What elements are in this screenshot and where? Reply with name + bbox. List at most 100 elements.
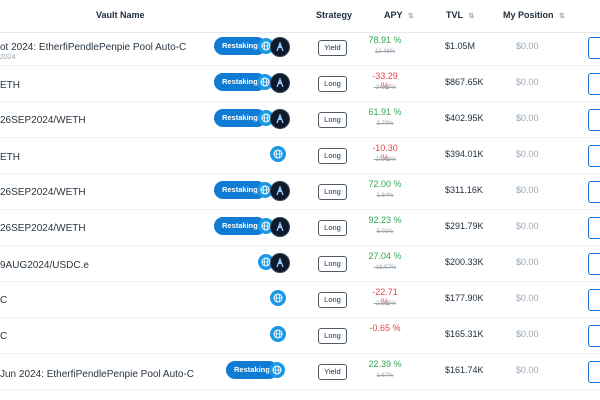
row-action-button[interactable] [588, 325, 600, 347]
column-label: Vault Name [96, 10, 145, 20]
vault-name[interactable]: ETH [0, 80, 20, 91]
apy-base-value: 5.01% [376, 229, 394, 235]
globe-icon[interactable] [270, 146, 286, 162]
column-header-tvl[interactable]: TVL ⇅ [446, 10, 474, 20]
tvl-value: $867.65K [445, 77, 484, 87]
apy-base-value: -34.67% [373, 85, 397, 91]
pendle-icon [270, 109, 290, 129]
strategy-tag: Long [318, 328, 347, 344]
row-action-button[interactable] [588, 217, 600, 239]
apy-value: 27.04 % [368, 251, 402, 261]
table-row[interactable]: 26SEP2024/WETH Restaking Long 72.00 % 1.64% $… [0, 173, 600, 210]
table-row[interactable]: 26SEP2024/WETH Restaking Long 61.91 % 3.79% $… [0, 101, 600, 138]
column-header-vault-name[interactable]: Vault Name [96, 10, 145, 20]
vault-name[interactable]: 26SEP2024/WETH [0, 187, 86, 198]
vault-name[interactable]: 9AUG2024/USDC.e [0, 260, 89, 271]
vault-name[interactable]: C [0, 331, 7, 342]
column-header-my-position[interactable]: My Position ⇅ [503, 10, 565, 20]
my-position-value: $0.00 [516, 365, 539, 375]
tvl-value: $177.90K [445, 293, 484, 303]
column-header-strategy[interactable]: Strategy [316, 10, 352, 20]
my-position-value: $0.00 [516, 221, 539, 231]
vault-name[interactable]: Jun 2024: EtherfiPendlePenpie Pool Auto-… [0, 369, 194, 380]
table-row[interactable]: ot 2024: EtherfiPendlePenpie Pool Auto-C… [0, 29, 600, 66]
apy-base-value: -10.46% [373, 157, 397, 163]
pendle-icon [270, 181, 290, 201]
strategy-tag: Long [318, 292, 347, 308]
globe-icon[interactable] [269, 362, 285, 378]
my-position-value: $0.00 [516, 329, 539, 339]
apy-value: 72.00 % [368, 179, 402, 189]
apy-value: 22.39 % [368, 359, 402, 369]
row-action-button[interactable] [588, 181, 600, 203]
tvl-value: $200.33K [445, 257, 484, 267]
table-row[interactable]: ETH Restaking Long -33.29 % -34.67% $867.65K $… [0, 65, 600, 102]
my-position-value: $0.00 [516, 77, 539, 87]
strategy-tag: Yield [318, 40, 347, 56]
strategy-tag: Long [318, 256, 347, 272]
apy-value: 61.91 % [368, 107, 402, 117]
sort-icon[interactable]: ⇅ [408, 13, 414, 20]
pendle-icon [270, 217, 290, 237]
column-label: TVL [446, 10, 463, 20]
table-row[interactable]: 26SEP2024/WETH Restaking Long 92.23 % 5.01% $… [0, 209, 600, 246]
strategy-tag: Long [318, 112, 347, 128]
apy-base-value: 1.67% [376, 373, 394, 379]
row-action-button[interactable] [588, 145, 600, 167]
row-action-button[interactable] [588, 109, 600, 131]
vault-name[interactable]: 26SEP2024/WETH [0, 223, 86, 234]
column-label: Strategy [316, 10, 353, 20]
tvl-value: $394.01K [445, 149, 484, 159]
row-action-button[interactable] [588, 253, 600, 275]
strategy-tag: Long [318, 148, 347, 164]
table-row[interactable]: C Long -0.65 % $165.31K $0.00 [0, 317, 600, 354]
vault-name[interactable]: 26SEP2024/WETH [0, 115, 86, 126]
row-action-button[interactable] [588, 289, 600, 311]
sort-icon[interactable]: ⇅ [468, 13, 474, 20]
apy-base-value: 1.64% [376, 193, 394, 199]
pendle-icon [270, 37, 290, 57]
table-row[interactable]: C Long -22.71 % -22.85% $177.90K $0.00 [0, 281, 600, 318]
globe-icon[interactable] [270, 290, 286, 306]
globe-icon[interactable] [270, 326, 286, 342]
my-position-value: $0.00 [516, 257, 539, 267]
apy-base-value: -18.97% [373, 265, 397, 271]
strategy-tag: Long [318, 220, 347, 236]
strategy-tag: Yield [318, 364, 347, 380]
table-row[interactable]: ETH Long -10.30 % -10.46% $394.01K $0.00 [0, 137, 600, 174]
table-row[interactable]: 9AUG2024/USDC.e Long 27.04 % -18.97% $200.33… [0, 245, 600, 282]
vault-name[interactable]: ot 2024: EtherfiPendlePenpie Pool Auto-C [0, 42, 186, 53]
tvl-value: $311.16K [445, 185, 483, 195]
apy-base-value: 3.79% [376, 121, 394, 127]
tvl-value: $402.95K [445, 113, 484, 123]
apy-base-value: -22.85% [373, 301, 397, 307]
strategy-tag: Long [318, 184, 347, 200]
row-action-button[interactable] [588, 37, 600, 59]
tvl-value: $1.05M [445, 41, 476, 51]
my-position-value: $0.00 [516, 293, 539, 303]
pendle-icon [270, 73, 290, 93]
sort-icon[interactable]: ⇅ [559, 13, 565, 20]
apy-value: -0.65 % [369, 323, 401, 333]
column-label: APY [384, 10, 403, 20]
column-label: My Position [503, 10, 554, 20]
apy-base-value: 12.46% [374, 49, 396, 55]
tvl-value: $165.31K [445, 329, 484, 339]
vault-name[interactable]: ETH [0, 152, 20, 163]
tvl-value: $161.74K [445, 365, 484, 375]
my-position-value: $0.00 [516, 41, 539, 51]
apy-value: 78.91 % [368, 35, 402, 45]
my-position-value: $0.00 [516, 149, 539, 159]
tvl-value: $291.79K [445, 221, 484, 231]
row-action-button[interactable] [588, 361, 600, 383]
my-position-value: $0.00 [516, 113, 539, 123]
vault-name[interactable]: C [0, 295, 7, 306]
row-action-button[interactable] [588, 73, 600, 95]
strategy-tag: Long [318, 76, 347, 92]
table-row[interactable]: Jun 2024: EtherfiPendlePenpie Pool Auto-… [0, 353, 600, 390]
column-header-apy[interactable]: APY ⇅ [384, 10, 414, 20]
apy-value: 92.23 % [368, 215, 402, 225]
pendle-icon [270, 253, 290, 273]
my-position-value: $0.00 [516, 185, 539, 195]
vault-subtitle: 2024 [0, 54, 16, 61]
